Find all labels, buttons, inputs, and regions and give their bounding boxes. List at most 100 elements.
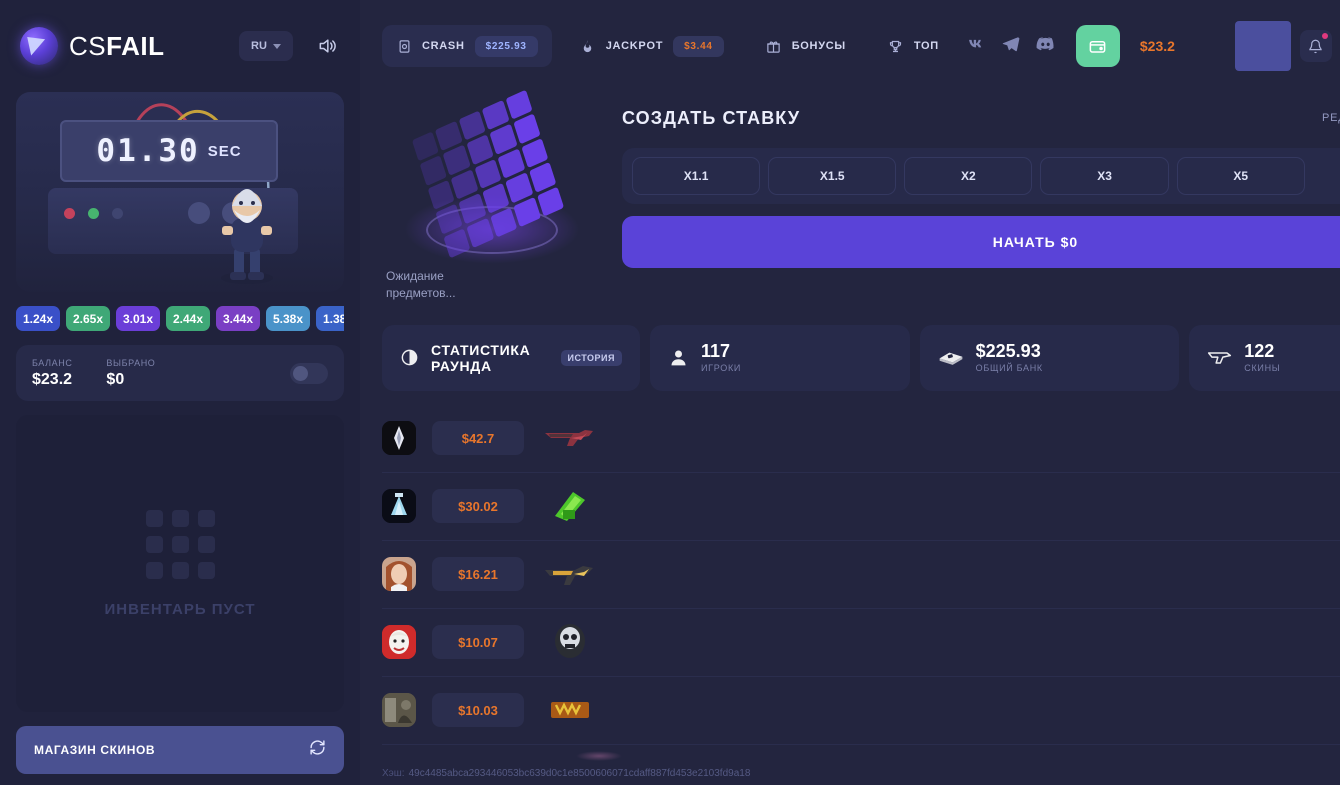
table-row[interactable]: $16.21 В ИГРЕ — [382, 541, 1340, 609]
multiplier-chip[interactable]: 3.44x — [216, 306, 260, 331]
stat-players-body: 117 ИГРОКИ — [701, 342, 741, 373]
bet-amount: $16.21 — [432, 557, 524, 592]
ak47-redline-skin — [540, 418, 600, 458]
start-bet-button[interactable]: НАЧАТЬ $0 — [622, 216, 1340, 268]
avatar — [382, 625, 416, 660]
selected-label: ВЫБРАНО — [106, 357, 156, 368]
nav-item-crash[interactable]: CRASH $225.93 — [382, 25, 552, 67]
nav-label-top: ТОП — [913, 40, 939, 52]
bet-amount: $42.7 — [432, 421, 524, 456]
edit-bet-label: РЕДАКТИРОВАТЬ — [1321, 112, 1340, 124]
table-row[interactable]: $30.02 В ИГРЕ — [382, 473, 1340, 541]
bet-amount: $10.07 — [432, 625, 524, 660]
nav-item-bonuses[interactable]: БОНУСЫ — [752, 25, 860, 67]
speaker-icon[interactable] — [310, 29, 344, 63]
language-label: RU — [251, 40, 267, 52]
multiplier-chip[interactable]: 3.01x — [116, 306, 160, 331]
chevron-down-icon — [272, 43, 281, 49]
hash-label: Хэш: — [382, 768, 405, 779]
orange-case-skin — [540, 690, 600, 730]
discord-icon[interactable] — [1035, 33, 1056, 59]
balance-value: $23.2 — [32, 370, 73, 388]
table-row[interactable]: $10.03 В ИГРЕ — [382, 677, 1340, 745]
skin-shop-label: МАГАЗИН СКИНОВ — [34, 743, 156, 757]
multiplier-presets: X1.1 X1.5 X2 X3 X5 1,2 — [622, 148, 1340, 204]
multiplier-chip[interactable]: 2.44x — [166, 306, 210, 331]
nav-label-bonuses: БОНУСЫ — [791, 40, 846, 52]
bet-amount: $30.02 — [432, 489, 524, 524]
selected-block: ВЫБРАНО $0 — [106, 358, 155, 389]
multiplier-chip[interactable]: 2.65x — [66, 306, 110, 331]
round-stats-card[interactable]: СТАТИСТИКА РАУНДА ИСТОРИЯ — [382, 324, 640, 391]
top-navigation: CRASH $225.93 JACKPOT $3.44 БОНУСЫ ТОП $… — [360, 0, 1340, 92]
stat-bank: $225.93 ОБЩИЙ БАНК — [919, 324, 1180, 391]
wallet-amount: $23.2 — [1139, 38, 1175, 54]
language-selector[interactable]: RU — [239, 31, 293, 61]
gift-icon — [766, 38, 782, 54]
skin-cube-icon — [382, 89, 612, 268]
multiplier-history: 1.24x 2.65x 3.01x 2.44x 3.44x 5.38x 1.38… — [16, 306, 344, 331]
stat-skins: 122 СКИНЫ — [1189, 324, 1340, 391]
avatar — [382, 557, 416, 592]
multiplier-chip[interactable]: 1.38x — [316, 306, 344, 331]
timer-unit: SEC — [207, 142, 242, 160]
preset-x5[interactable]: X5 — [1176, 157, 1305, 195]
crash-timer-machine: 01.30 SEC — [16, 92, 344, 292]
history-badge[interactable]: ИСТОРИЯ — [560, 349, 622, 366]
stat-bank-body: $225.93 ОБЩИЙ БАНК — [976, 342, 1043, 373]
waiting-panel: Ожидание предметов... — [382, 89, 612, 303]
led-off-icon — [112, 208, 123, 219]
machine-knob — [188, 202, 210, 224]
crash-bank-value: $225.93 — [474, 35, 538, 57]
multiplier-chip[interactable]: 1.24x — [16, 306, 60, 331]
gold-rifle-skin — [540, 554, 600, 594]
skull-sticker-skin — [540, 622, 600, 662]
skin-shop-button[interactable]: МАГАЗИН СКИНОВ — [16, 726, 344, 774]
clock-icon — [400, 348, 419, 367]
stat-skins-body: 122 СКИНЫ — [1244, 342, 1280, 373]
table-row[interactable]: $42.7 В ИГРЕ — [382, 405, 1340, 473]
avatar[interactable] — [1234, 21, 1291, 71]
bet-amount: $10.03 — [432, 693, 524, 728]
multiplier-chip[interactable]: 5.38x — [266, 306, 310, 331]
current-multiplier-value[interactable]: 1,2 — [1313, 157, 1340, 195]
create-bet-title: СОЗДАТЬ СТАВКУ — [622, 107, 801, 128]
user-icon — [668, 347, 689, 368]
refresh-icon[interactable] — [309, 739, 326, 761]
brand-name-bold: FAIL — [106, 30, 165, 61]
balance-block: БАЛАНС $23.2 — [32, 358, 72, 389]
table-row[interactable]: $10.07 В ИГРЕ — [382, 609, 1340, 677]
money-icon — [938, 347, 964, 368]
nav-label-jackpot: JACKPOT — [605, 40, 664, 52]
telegram-icon[interactable] — [1001, 34, 1021, 59]
page-title: CSFAIL — [69, 31, 164, 62]
bell-icon[interactable] — [1299, 30, 1332, 62]
selected-value: $0 — [106, 370, 125, 388]
gun-icon — [1207, 348, 1232, 368]
account-actions — [1234, 21, 1340, 71]
green-knife-skin — [540, 486, 600, 526]
wallet-button[interactable] — [1075, 25, 1120, 67]
nav-item-jackpot[interactable]: JACKPOT $3.44 — [566, 25, 738, 67]
preset-x1-1[interactable]: X1.1 — [632, 157, 761, 195]
edit-bet-button[interactable]: РЕДАКТИРОВАТЬ — [1322, 110, 1340, 126]
app-root: CSFAIL RU 01.30 SEC 1.24x 2.65x 3.01x 2.… — [0, 0, 1340, 785]
avatar — [382, 421, 416, 456]
vk-icon[interactable] — [967, 34, 987, 59]
balance-mode-toggle[interactable] — [290, 362, 328, 384]
round-stats-title: СТАТИСТИКА РАУНДА — [431, 341, 531, 374]
create-bet-panel: СОЗДАТЬ СТАВКУ РЕДАКТИРОВАТЬ X1.1 X1.5 X… — [622, 92, 1340, 303]
grid-icon — [145, 509, 215, 579]
crash-icon — [396, 38, 412, 54]
preset-x3[interactable]: X3 — [1040, 157, 1169, 195]
bet-area: Ожидание предметов... СОЗДАТЬ СТАВКУ РЕД… — [360, 89, 1340, 303]
led-green-icon — [88, 208, 99, 219]
stat-skins-label: СКИНЫ — [1244, 363, 1281, 374]
balance-label: БАЛАНС — [32, 357, 73, 368]
left-sidebar: CSFAIL RU 01.30 SEC 1.24x 2.65x 3.01x 2.… — [0, 0, 360, 785]
nav-item-top[interactable]: ТОП — [874, 25, 953, 67]
preset-x1-5[interactable]: X1.5 — [768, 157, 897, 195]
round-hash: Хэш: 49c4485abca293446053bc639d0c1e850060… — [382, 768, 750, 779]
preset-x2[interactable]: X2 — [904, 157, 1033, 195]
players-list: $42.7 В ИГРЕ $30.02 В ИГРЕ — [382, 405, 1340, 773]
